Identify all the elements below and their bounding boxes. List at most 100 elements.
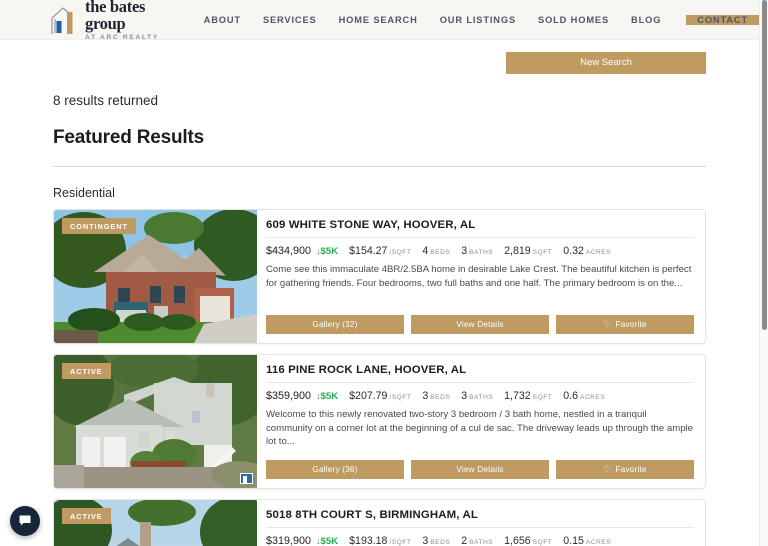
search-toolbar: New Search — [0, 40, 759, 85]
listing-photo[interactable]: ACTIVE — [54, 355, 257, 488]
chat-bubble-icon — [19, 515, 31, 526]
listing-sqft: 1,732 SQFT — [504, 390, 552, 402]
beds-unit: BEDS — [430, 394, 451, 401]
status-badge: CONTINGENT — [62, 218, 136, 234]
price-per-sqft-unit: /SQFT — [389, 539, 412, 546]
nav-item-services[interactable]: SERVICES — [252, 15, 328, 25]
gallery-button[interactable]: Gallery (36) — [266, 460, 404, 479]
mls-logo-icon — [240, 473, 253, 484]
gallery-button[interactable]: Gallery (32) — [266, 315, 404, 334]
listing-baths: 3 BATHS — [461, 245, 493, 257]
main-navigation: ABOUT SERVICES HOME SEARCH OUR LISTINGS … — [193, 14, 759, 25]
sqft-value: 1,656 — [504, 535, 531, 546]
listing-stats: $434,900 ↓$5K $154.27 /SQFT 4 BEDS 3 BA — [266, 245, 694, 257]
listing-card[interactable]: ACTIVE 116 PINE ROCK LANE, HOOVER, AL $3… — [53, 354, 706, 489]
price-drop-amount: $5K — [320, 536, 339, 546]
listing-beds: 4 BEDS — [422, 245, 450, 257]
price-per-sqft-value: $207.79 — [349, 390, 388, 402]
status-badge: ACTIVE — [62, 363, 111, 379]
beds-unit: BEDS — [430, 249, 451, 256]
listing-price-per-sqft: $207.79 /SQFT — [349, 390, 411, 402]
listing-description: Come see this immaculate 4BR/2.5BA home … — [266, 264, 692, 289]
baths-value: 3 — [461, 390, 468, 402]
title-divider — [53, 166, 706, 167]
favorite-label: Favorite — [615, 320, 647, 329]
listing-details: 5018 8TH COURT S, BIRMINGHAM, AL $319,90… — [257, 500, 705, 546]
nav-item-blog[interactable]: BLOG — [620, 15, 672, 25]
baths-value: 2 — [461, 535, 468, 546]
price-drop-amount: $5K — [320, 246, 339, 257]
logo-tagline: AT ARC REALTY — [85, 34, 159, 42]
listing-stats: $359,900 ↓$5K $207.79 /SQFT 3 BEDS 3 BA — [266, 390, 694, 402]
listing-stats: $319,900 ↓$5K $193.18 /SQFT 3 BEDS 2 BA — [266, 535, 694, 546]
sqft-unit: SQFT — [532, 539, 553, 546]
page-scrollbar[interactable] — [759, 0, 768, 546]
chat-widget-button[interactable] — [10, 506, 40, 536]
baths-unit: BATHS — [469, 394, 494, 401]
listing-photo[interactable]: ACTIVE — [54, 500, 257, 546]
listing-sqft: 2,819 SQFT — [504, 245, 552, 257]
listing-actions: Gallery (32) View Details ♡ Favorite — [266, 306, 694, 334]
listing-actions: Gallery (36) View Details ♡ Favorite — [266, 451, 694, 479]
section-label-residential: Residential — [53, 186, 115, 200]
page-root: the bates group AT ARC REALTY ABOUT SERV… — [0, 0, 768, 546]
baths-value: 3 — [461, 245, 468, 257]
listing-address[interactable]: 116 PINE ROCK LANE, HOOVER, AL — [266, 364, 694, 383]
contact-button[interactable]: CONTACT — [686, 14, 759, 25]
price-per-sqft-value: $193.18 — [349, 535, 388, 546]
nav-item-our-listings[interactable]: OUR LISTINGS — [429, 15, 527, 25]
logo-name: the bates group — [85, 0, 146, 33]
beds-value: 3 — [422, 390, 429, 402]
nav-item-sold-homes[interactable]: SOLD HOMES — [527, 15, 620, 25]
page-title: Featured Results — [53, 127, 204, 148]
favorite-label: Favorite — [615, 465, 647, 474]
site-logo[interactable]: the bates group AT ARC REALTY — [50, 0, 171, 41]
listing-baths: 2 BATHS — [461, 535, 493, 546]
listing-acres: 0.32 ACRES — [563, 245, 611, 257]
view-details-button[interactable]: View Details — [411, 460, 549, 479]
listing-acres: 0.15 ACRES — [563, 535, 611, 546]
acres-unit: ACRES — [585, 539, 612, 546]
listing-baths: 3 BATHS — [461, 390, 493, 402]
listing-price-per-sqft: $193.18 /SQFT — [349, 535, 411, 546]
scrollbar-thumb[interactable] — [762, 0, 767, 330]
acres-value: 0.6 — [563, 390, 578, 402]
results-content: 8 results returned Featured Results Resi… — [0, 93, 759, 546]
acres-value: 0.15 — [563, 535, 584, 546]
site-header: the bates group AT ARC REALTY ABOUT SERV… — [0, 0, 759, 41]
favorite-button[interactable]: ♡ Favorite — [556, 460, 694, 479]
listing-description: Welcome to this newly renovated two-stor… — [266, 409, 693, 448]
listing-card[interactable]: ACTIVE 5018 8TH COURT S, BIRMINGHAM, AL … — [53, 499, 706, 546]
listing-photo[interactable]: CONTINGENT — [54, 210, 257, 343]
price-per-sqft-value: $154.27 — [349, 245, 388, 257]
listing-card[interactable]: CONTINGENT 609 WHITE STONE WAY, HOOVER, … — [53, 209, 706, 344]
nav-item-about[interactable]: ABOUT — [193, 15, 252, 25]
sqft-value: 1,732 — [504, 390, 531, 402]
listing-price: $319,900 — [266, 535, 312, 546]
listing-address[interactable]: 5018 8TH COURT S, BIRMINGHAM, AL — [266, 509, 694, 528]
new-search-button[interactable]: New Search — [506, 51, 706, 74]
price-drop-indicator: ↓ $5K — [316, 246, 338, 257]
results-count: 8 results returned — [53, 93, 159, 108]
acres-unit: ACRES — [580, 394, 606, 401]
beds-unit: BEDS — [430, 539, 451, 546]
listing-price-per-sqft: $154.27 /SQFT — [349, 245, 411, 257]
view-details-button[interactable]: View Details — [411, 315, 549, 334]
listing-details: 609 WHITE STONE WAY, HOOVER, AL $434,900… — [257, 210, 705, 343]
listing-details: 116 PINE ROCK LANE, HOOVER, AL $359,900 … — [257, 355, 705, 488]
heart-icon: ♡ — [603, 319, 612, 329]
listing-beds: 3 BEDS — [422, 390, 450, 402]
sqft-unit: SQFT — [532, 249, 553, 256]
listing-price: $359,900 — [266, 390, 312, 402]
listing-beds: 3 BEDS — [422, 535, 450, 546]
listing-address[interactable]: 609 WHITE STONE WAY, HOOVER, AL — [266, 219, 694, 238]
favorite-button[interactable]: ♡ Favorite — [556, 315, 694, 334]
price-per-sqft-unit: /SQFT — [389, 249, 412, 256]
beds-value: 4 — [422, 245, 429, 257]
heart-icon: ♡ — [603, 464, 612, 474]
baths-unit: BATHS — [469, 249, 494, 256]
sqft-value: 2,819 — [504, 245, 531, 257]
house-logo-icon — [51, 6, 73, 34]
nav-item-home-search[interactable]: HOME SEARCH — [328, 15, 429, 25]
acres-value: 0.32 — [563, 245, 584, 257]
